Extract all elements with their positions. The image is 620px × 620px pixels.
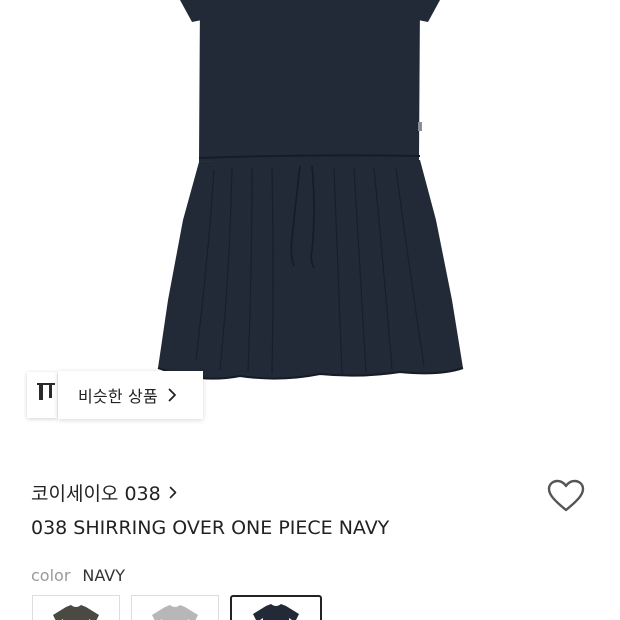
wishlist-button[interactable] (546, 478, 586, 514)
brand-link[interactable]: 코이세이오 038 (31, 479, 177, 505)
tshirt-icon (152, 605, 198, 620)
similar-product-thumbnail-image (37, 383, 55, 400)
color-info: color NAVY (31, 566, 125, 585)
similar-product-thumbnail[interactable] (27, 372, 57, 418)
tshirt-icon (253, 604, 299, 620)
product-title: 038 SHIRRING OVER ONE PIECE NAVY (31, 517, 390, 539)
chevron-right-icon (169, 486, 177, 499)
tshirt-icon (53, 605, 99, 620)
chevron-right-icon (168, 388, 177, 402)
color-swatches (32, 595, 322, 620)
similar-products-label: 비슷한 상품 (78, 387, 158, 406)
color-swatch-selected[interactable] (230, 595, 322, 620)
color-swatch[interactable] (32, 595, 120, 620)
color-label: color (31, 566, 71, 585)
similar-products-button[interactable]: 비슷한 상품 (58, 371, 203, 419)
color-swatch[interactable] (131, 595, 219, 620)
color-value: NAVY (82, 566, 126, 585)
product-detail-page: 비슷한 상품 코이세이오 038 038 SHIRRING OVER ONE P… (0, 0, 620, 620)
brand-name: 코이세이오 038 (31, 482, 161, 505)
heart-outline-icon (547, 479, 585, 512)
